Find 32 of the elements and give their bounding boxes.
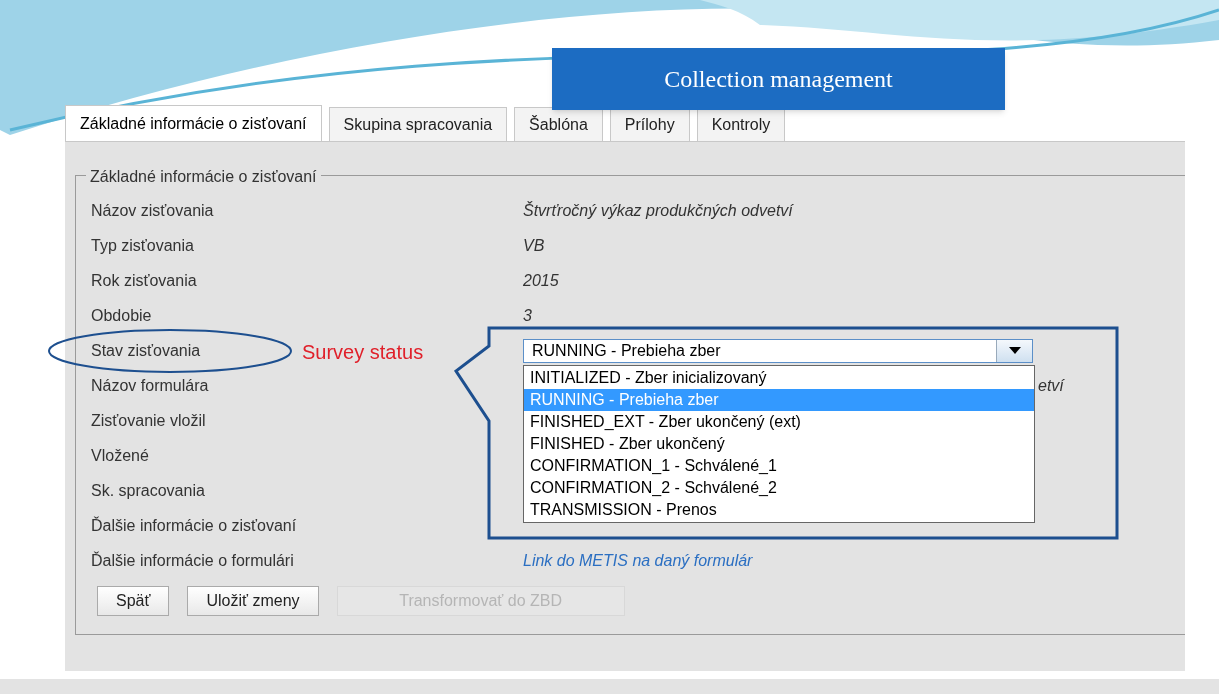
field-value: Štvrťročný výkaz produkčných odvetví xyxy=(523,200,793,221)
tab[interactable]: Šablóna xyxy=(514,107,603,141)
dropdown-option[interactable]: INITIALIZED - Zber inicializovaný xyxy=(524,366,1034,389)
form-button[interactable]: Uložiť zmeny xyxy=(187,586,319,616)
field-label: Vložené xyxy=(91,445,149,466)
dropdown-option[interactable]: FINISHED - Zber ukončený xyxy=(524,432,1034,455)
title-banner: Collection management xyxy=(552,48,1005,110)
dropdown-option[interactable]: CONFIRMATION_1 - Schválené_1 xyxy=(524,454,1034,477)
status-dropdown[interactable]: RUNNING - Prebieha zber xyxy=(523,338,1033,363)
field-value: VB xyxy=(523,235,545,256)
caret-icon xyxy=(996,339,1032,362)
field-label: Názov zisťovania xyxy=(91,200,214,221)
form-button[interactable]: Späť xyxy=(97,586,170,616)
dropdown-option[interactable]: TRANSMISSION - Prenos xyxy=(524,498,1034,521)
field-label: Rok zisťovania xyxy=(91,270,197,291)
field-value: 2015 xyxy=(523,270,559,291)
field-label: Sk. spracovania xyxy=(91,480,205,501)
dropdown-option[interactable]: FINISHED_EXT - Zber ukončený (ext) xyxy=(524,410,1034,433)
annotation-label: Survey status xyxy=(302,340,424,365)
field-label: Zisťovanie vložil xyxy=(91,410,206,431)
field-label: Ďalšie informácie o formulári xyxy=(91,550,294,571)
field-label: Ďalšie informácie o zisťovaní xyxy=(91,515,297,536)
field-label: Obdobie xyxy=(91,305,152,326)
tab[interactable]: Základné informácie o zisťovaní xyxy=(65,105,322,141)
field-label: Typ zisťovania xyxy=(91,235,194,256)
field-label: Stav zisťovania xyxy=(91,340,201,361)
field-value: etví xyxy=(1038,375,1064,396)
tab[interactable]: Skupina spracovania xyxy=(328,107,508,141)
field-value: 3 xyxy=(523,305,532,326)
dropdown-option[interactable]: CONFIRMATION_2 - Schválené_2 xyxy=(524,476,1034,499)
field-label: Názov formulára xyxy=(91,375,209,396)
metis-link[interactable]: Link do METIS na daný formulár xyxy=(523,548,753,573)
